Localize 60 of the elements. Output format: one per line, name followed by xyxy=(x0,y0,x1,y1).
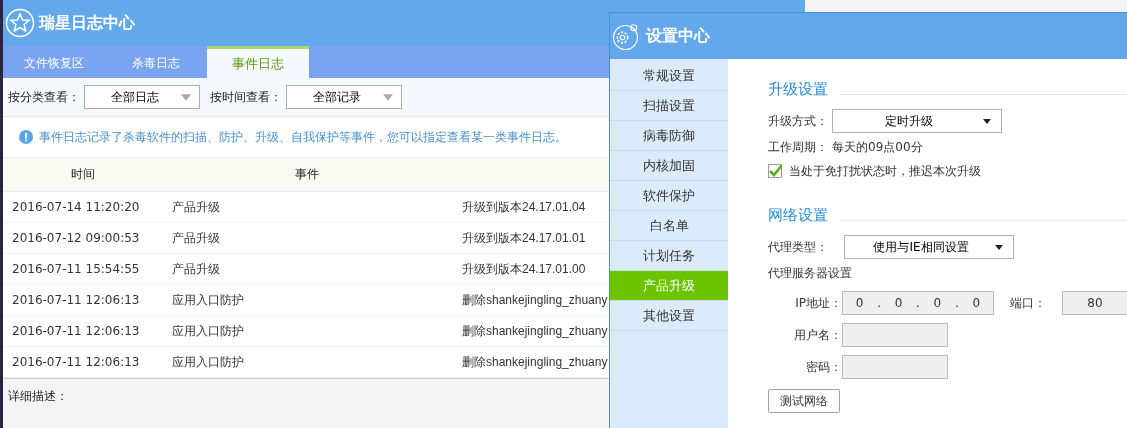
password-field[interactable] xyxy=(842,355,948,379)
info-icon xyxy=(19,130,33,144)
method-dropdown[interactable]: 定时升级 xyxy=(832,109,1002,133)
field-label: 用户名： xyxy=(793,326,842,344)
table-cell: 升级到版本24.17.01.04 xyxy=(462,198,586,216)
sidebar-item[interactable]: 软件保护 xyxy=(610,181,728,211)
sidebar-item[interactable]: 白名单 xyxy=(610,211,728,241)
table-cell: 升级到版本24.17.01.00 xyxy=(462,260,586,278)
port-field[interactable]: 80 xyxy=(1062,291,1127,315)
sidebar-item[interactable]: 扫描设置 xyxy=(610,91,728,121)
table-cell-text: 产品升级 xyxy=(172,198,221,216)
period-value: 每天的09点00分 xyxy=(832,138,923,156)
window-title: 瑞星日志中心 xyxy=(39,12,135,34)
field-label: 升级方式： xyxy=(768,112,829,130)
sidebar-item[interactable]: 内核加固 xyxy=(610,151,728,181)
caret-icon xyxy=(983,119,991,124)
table-cell-text: 产品升级 xyxy=(172,229,221,247)
sidebar-item[interactable]: 其他设置 xyxy=(610,301,728,331)
section-heading: 网络设置 xyxy=(768,206,828,225)
table-cell-text: 2016-07-11 12:06:13 xyxy=(11,293,141,307)
field-label: 工作周期： xyxy=(768,138,829,156)
table-cell: 删除shankejingling_zhuany xyxy=(462,322,608,340)
section-heading: 升级设置 xyxy=(768,80,828,99)
ip-address-field[interactable]: 0 . 0 . 0 . 0 xyxy=(842,291,994,315)
filter-label: 按时间查看： xyxy=(210,88,282,106)
test-network-button[interactable]: 测试网络 xyxy=(768,389,840,413)
column-header: 事件 xyxy=(295,166,319,183)
caret-icon xyxy=(383,94,393,101)
checkbox[interactable] xyxy=(768,164,782,178)
info-message: 事件日志记录了杀毒软件的扫描、防护、升级、自我保护等事件，您可以指定查看某一类事件日志。 xyxy=(39,129,567,145)
filter-dropdown[interactable]: 全部记录 xyxy=(286,85,402,109)
proxy-dropdown[interactable]: 使用与IE相同设置 xyxy=(844,235,1014,259)
table-cell-text: 2016-07-11 12:06:13 xyxy=(11,324,141,338)
table-cell-text: 2016-07-11 12:06:13 xyxy=(11,355,141,369)
sidebar-item[interactable]: 病毒防御 xyxy=(610,121,728,151)
table-cell-text: 应用入口防护 xyxy=(172,322,245,340)
detail-label: 详细描述： xyxy=(8,389,68,403)
window-title: 设置中心 xyxy=(646,25,710,47)
table-cell-text: 应用入口防护 xyxy=(172,291,245,309)
filter-dropdown[interactable]: 全部日志 xyxy=(84,85,200,109)
field-label: 端口： xyxy=(1010,294,1047,312)
table-cell: 删除shankejingling_zhuany xyxy=(462,291,608,309)
caret-icon xyxy=(181,94,191,101)
table-cell-text: 2016-07-11 15:54:55 xyxy=(11,262,141,276)
field-label: 代理服务器设置 xyxy=(768,264,852,282)
username-field[interactable] xyxy=(842,323,948,347)
field-label: IP地址： xyxy=(794,294,842,312)
table-cell-text: 应用入口防护 xyxy=(172,353,245,371)
table-cell: 删除shankejingling_zhuany xyxy=(462,353,608,371)
table-cell-text: 2016-07-14 11:20:20 xyxy=(11,200,141,214)
filter-label: 按分类查看： xyxy=(8,88,80,106)
caret-icon xyxy=(995,245,1003,250)
checkbox-label: 当处于免打扰状态时，推迟本次升级 xyxy=(789,162,981,180)
column-header: 时间 xyxy=(71,166,95,183)
table-cell: 升级到版本24.17.01.01 xyxy=(462,229,586,247)
sidebar-item[interactable]: 常规设置 xyxy=(610,61,728,91)
table-cell-text: 产品升级 xyxy=(172,260,221,278)
field-label: 代理类型： xyxy=(768,238,829,256)
table-cell-text: 2016-07-12 09:00:53 xyxy=(11,231,141,245)
field-label: 密码： xyxy=(805,358,842,376)
